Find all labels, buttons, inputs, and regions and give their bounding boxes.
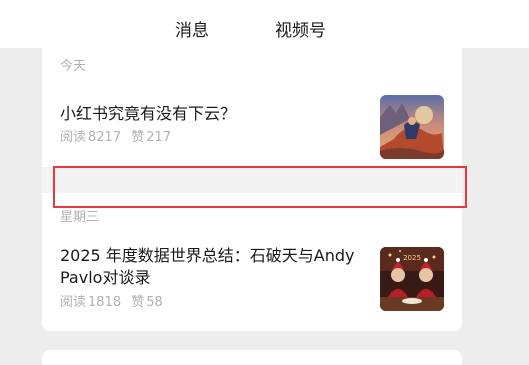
- read-count: 8217: [88, 130, 122, 145]
- christmas-dinner-thumbnail: 2025: [380, 247, 444, 311]
- top-tab-bar: 消息 视频号: [0, 0, 529, 48]
- tab-channels[interactable]: 视频号: [275, 20, 326, 42]
- section-label-today: 今天: [60, 59, 87, 74]
- like-count-label: 赞: [131, 130, 145, 145]
- section-label-wednesday: 星期三: [60, 210, 100, 225]
- thumbnail-year-text: 2025: [403, 254, 421, 262]
- like-count-label: 赞: [131, 295, 145, 310]
- read-count: 1818: [88, 295, 122, 310]
- article-title: 小红书究竟有没有下云？: [60, 104, 237, 123]
- read-count-label: 阅读: [60, 295, 87, 310]
- like-count: 217: [146, 130, 172, 145]
- article-stats: 阅读 8217 赞 217: [60, 130, 171, 146]
- article-title: 2025 年度数据世界总结：石破天与Andy Pavlo对谈录: [60, 246, 355, 287]
- article-stats: 阅读 1818 赞 58: [60, 295, 163, 311]
- article-item-2[interactable]: 2025 年度数据世界总结：石破天与Andy Pavlo对谈录 阅读 1818 赞…: [42, 242, 462, 317]
- like-count: 58: [146, 295, 163, 310]
- highlight-box: [53, 166, 467, 208]
- article-item-1[interactable]: 小红书究竟有没有下云？ 阅读 8217 赞 217: [42, 92, 462, 162]
- fantasy-illustration-thumbnail: [380, 95, 444, 159]
- read-count-label: 阅读: [60, 130, 87, 145]
- next-card: [42, 350, 462, 365]
- tab-messages[interactable]: 消息: [175, 20, 209, 42]
